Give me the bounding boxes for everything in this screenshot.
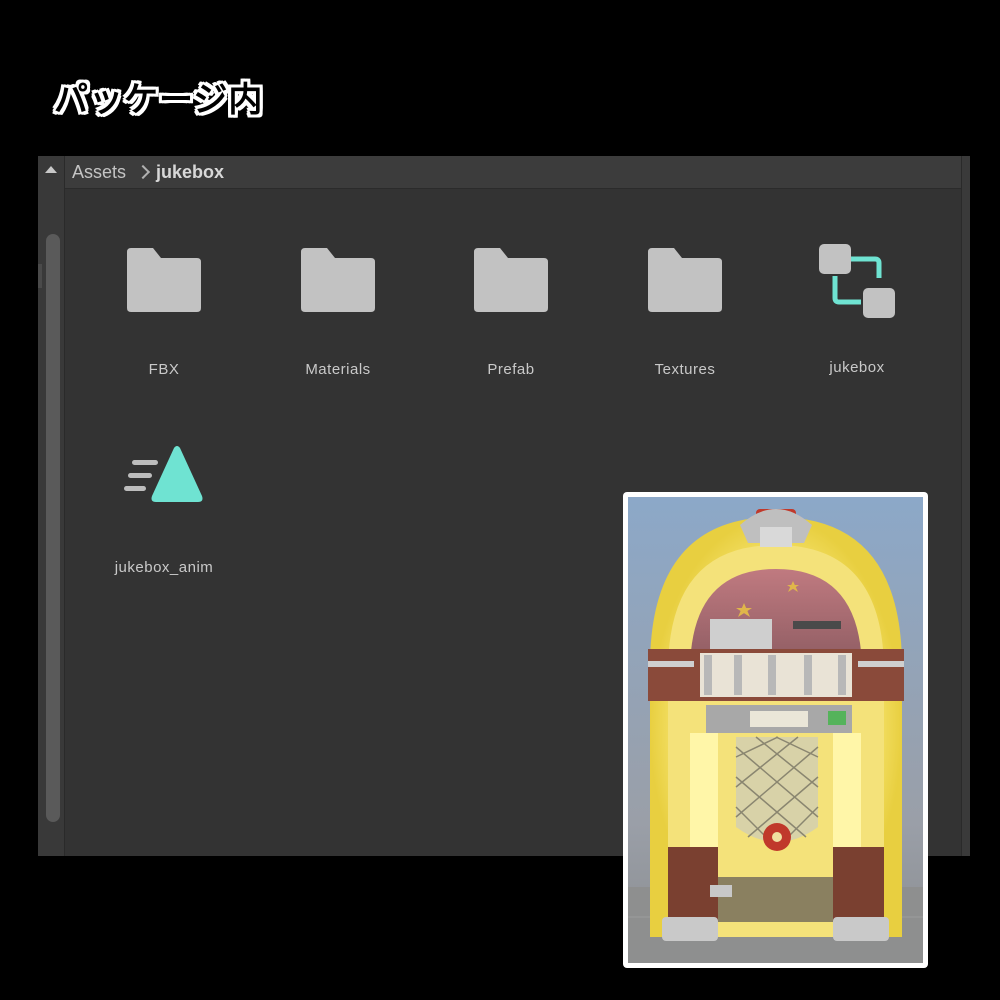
- prefab-variant-icon: [819, 244, 895, 318]
- folder-icon: [648, 248, 722, 312]
- breadcrumb: Assets jukebox: [65, 156, 961, 189]
- jukebox-preview-image: [623, 492, 928, 968]
- asset-label: jukebox: [829, 359, 885, 376]
- animation-clip-icon: [124, 446, 203, 502]
- asset-folder-materials[interactable]: Materials: [263, 246, 413, 378]
- asset-folder-textures[interactable]: Textures: [610, 246, 760, 378]
- folder-tree-scroll-column: [38, 156, 65, 856]
- folder-icon: [474, 248, 548, 312]
- scrollbar-thumb[interactable]: [46, 234, 60, 822]
- asset-label: FBX: [148, 361, 180, 378]
- asset-label: Materials: [305, 361, 371, 378]
- scroll-track-marker: [38, 264, 42, 288]
- scroll-up-arrow-icon[interactable]: [45, 166, 57, 173]
- breadcrumb-jukebox[interactable]: jukebox: [156, 162, 224, 183]
- asset-label: Prefab: [487, 361, 535, 378]
- chevron-right-icon: [135, 164, 151, 180]
- asset-label: jukebox_anim: [114, 559, 214, 576]
- panel-right-edge: [961, 156, 970, 856]
- jukebox-render: [628, 497, 923, 963]
- asset-animation-jukebox-anim[interactable]: jukebox_anim: [89, 444, 239, 576]
- breadcrumb-assets[interactable]: Assets: [72, 162, 126, 183]
- page-heading: パッケージ内: [54, 80, 264, 120]
- folder-icon: [127, 248, 201, 312]
- asset-label: Textures: [654, 361, 716, 378]
- asset-folder-prefab[interactable]: Prefab: [436, 246, 586, 378]
- asset-folder-fbx[interactable]: FBX: [89, 246, 239, 378]
- asset-prefab-jukebox[interactable]: jukebox: [782, 242, 932, 376]
- folder-icon: [301, 248, 375, 312]
